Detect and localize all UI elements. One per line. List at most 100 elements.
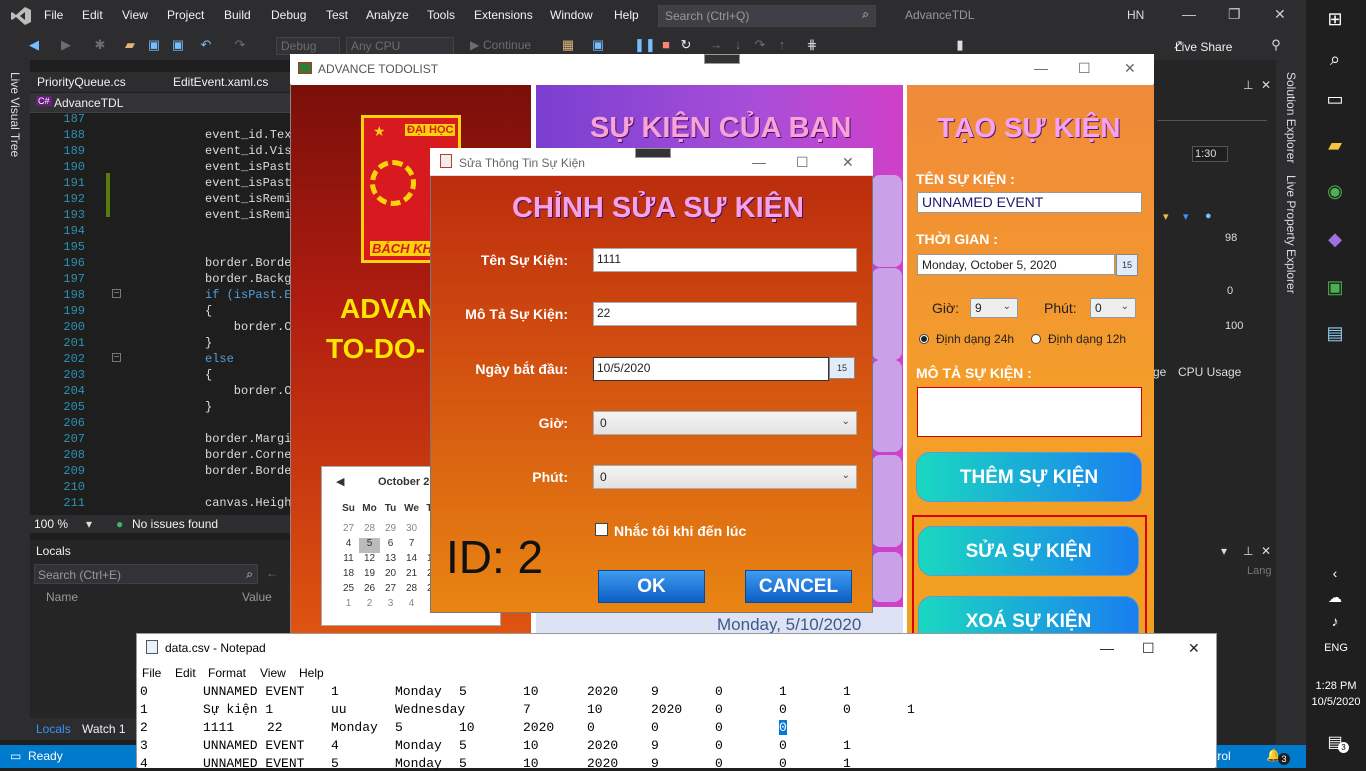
remind-label[interactable]: Nhắc tôi khi đến lúc (614, 523, 746, 539)
cpu-usage-tab[interactable]: CPU Usage (1178, 365, 1241, 379)
calendar-day[interactable]: 19 (359, 568, 380, 583)
close-icon[interactable]: ✕ (842, 154, 854, 171)
live-visual-icon[interactable]: ▣ (590, 37, 606, 53)
save-all-icon[interactable]: ▣ (170, 37, 186, 53)
calendar-day[interactable]: 25 (338, 583, 359, 598)
pin-icon[interactable]: ⊥ (1243, 78, 1253, 92)
close-icon[interactable]: ✕ (1261, 544, 1271, 558)
restore-icon[interactable]: ❐ (1228, 6, 1241, 23)
np-menu-format[interactable]: Format (208, 666, 246, 680)
event-card[interactable] (872, 455, 902, 547)
step-icon[interactable]: → (708, 37, 724, 53)
close-icon[interactable]: ✕ (1124, 60, 1136, 77)
collapse-icon[interactable]: − (112, 289, 121, 299)
back-icon[interactable]: ← (266, 566, 278, 580)
open-folder-icon[interactable]: ▰ (122, 37, 138, 53)
ok-button[interactable]: OK (598, 570, 705, 603)
event-date-input[interactable]: Monday, October 5, 2020 (917, 254, 1115, 275)
event-card[interactable] (872, 552, 902, 602)
bookmark-icon[interactable]: ▮ (952, 37, 968, 53)
hour-select[interactable]: 9 ⌄ (970, 298, 1018, 318)
menu-extensions[interactable]: Extensions (474, 8, 533, 22)
close-icon[interactable]: ✕ (1261, 78, 1271, 92)
radio-12h[interactable] (1031, 334, 1041, 344)
calendar-icon[interactable]: 15 (829, 357, 855, 379)
minimize-icon[interactable]: — (752, 154, 766, 170)
menu-window[interactable]: Window (550, 8, 593, 22)
windows-start-icon[interactable]: ⊞ (1320, 6, 1350, 32)
issues-status[interactable]: No issues found (132, 517, 218, 531)
debug-toolbar-handle[interactable] (635, 148, 671, 158)
calendar-day[interactable]: 13 (380, 553, 401, 568)
menu-debug[interactable]: Debug (271, 8, 306, 22)
debug-toolbar-handle[interactable] (704, 54, 740, 64)
step-into-icon[interactable]: ↓ (730, 37, 746, 53)
feedback-icon[interactable]: ⚲ (1268, 37, 1284, 53)
forward-icon[interactable]: ▶ (58, 37, 74, 53)
zoom-level[interactable]: 100 % (34, 517, 68, 531)
calendar-day[interactable]: 7 (401, 538, 422, 553)
hour-select[interactable]: 0 ⌄ (593, 411, 857, 435)
calendar-day[interactable]: 3 (380, 598, 401, 613)
cloud-icon[interactable]: ☁ (1320, 584, 1350, 610)
calendar-day[interactable]: 4 (401, 598, 422, 613)
breakpoints-icon[interactable]: ⋕ (804, 37, 820, 53)
maximize-icon[interactable]: ☐ (1078, 60, 1091, 77)
tab-watch1[interactable]: Watch 1 (82, 722, 126, 736)
event-card[interactable] (872, 175, 902, 267)
menu-file[interactable]: File (44, 8, 63, 22)
remind-checkbox[interactable] (595, 523, 608, 536)
stop-icon[interactable]: ■ (658, 37, 674, 53)
restart-icon[interactable]: ↻ (678, 37, 694, 53)
np-menu-edit[interactable]: Edit (175, 666, 196, 680)
pin-icon[interactable]: ⊥ (1243, 544, 1253, 558)
minimize-icon[interactable]: — (1182, 6, 1196, 22)
calendar-day[interactable]: 18 (338, 568, 359, 583)
event-card[interactable] (872, 360, 902, 452)
tab-editevent[interactable]: EditEvent.xaml.cs (173, 75, 268, 89)
task-view-icon[interactable]: ▭ (1320, 86, 1350, 112)
collapse-icon[interactable]: − (112, 353, 121, 363)
clock[interactable]: 1:28 PM 10/5/2020 (1306, 680, 1366, 708)
event-card[interactable] (872, 268, 902, 360)
calendar-day[interactable]: 21 (401, 568, 422, 583)
visual-studio-icon[interactable]: ◆ (1320, 226, 1350, 252)
nav-project[interactable]: AdvanceTDL (54, 96, 123, 110)
continue-icon[interactable]: ▶ (470, 38, 479, 52)
maximize-icon[interactable]: ☐ (796, 154, 809, 171)
np-menu-help[interactable]: Help (299, 666, 324, 680)
calendar-day[interactable]: 6 (380, 538, 401, 553)
calendar-day[interactable]: 30 (401, 523, 422, 538)
np-menu-file[interactable]: File (142, 666, 161, 680)
live-share-button[interactable]: Live Share (1175, 40, 1232, 54)
minute-select[interactable]: 0 ⌄ (593, 465, 857, 489)
calendar-day[interactable]: 26 (359, 583, 380, 598)
solution-explorer-tab[interactable]: Solution Explorer (1284, 72, 1298, 163)
step-out-icon[interactable]: ↑ (774, 37, 790, 53)
back-icon[interactable]: ◀ (26, 37, 42, 53)
prev-month-icon[interactable]: ◀ (336, 475, 344, 488)
locals-search-input[interactable]: Search (Ctrl+E) ⌕ (34, 564, 258, 584)
browser-icon[interactable]: ◉ (1320, 178, 1350, 204)
maximize-icon[interactable]: ☐ (1142, 640, 1155, 657)
edit-event-button[interactable]: SỬA SỰ KIỆN (918, 526, 1139, 576)
tab-priorityqueue[interactable]: PriorityQueue.cs (37, 75, 126, 89)
menu-build[interactable]: Build (224, 8, 251, 22)
redo-icon[interactable]: ↷ (232, 37, 248, 53)
pause-icon[interactable]: ❚❚ (634, 37, 656, 53)
minute-select[interactable]: 0 ⌄ (1090, 298, 1136, 318)
tab-locals[interactable]: Locals (36, 722, 71, 736)
calendar-day[interactable]: 27 (338, 523, 359, 538)
calendar-day[interactable]: 4 (338, 538, 359, 553)
calendar-day[interactable]: 5 (359, 538, 380, 553)
calendar-day[interactable]: 28 (359, 523, 380, 538)
undo-icon[interactable]: ↶ (198, 37, 214, 53)
menu-view[interactable]: View (122, 8, 148, 22)
live-visual-tree-tab[interactable]: Live Visual Tree (8, 72, 22, 157)
cancel-button[interactable]: CANCEL (745, 570, 852, 603)
chevron-left-icon[interactable]: ‹ (1320, 560, 1350, 586)
close-icon[interactable]: ✕ (1188, 640, 1200, 657)
np-menu-view[interactable]: View (260, 666, 286, 680)
notepad-icon[interactable]: ▤ (1320, 320, 1350, 346)
menu-test[interactable]: Test (326, 8, 348, 22)
